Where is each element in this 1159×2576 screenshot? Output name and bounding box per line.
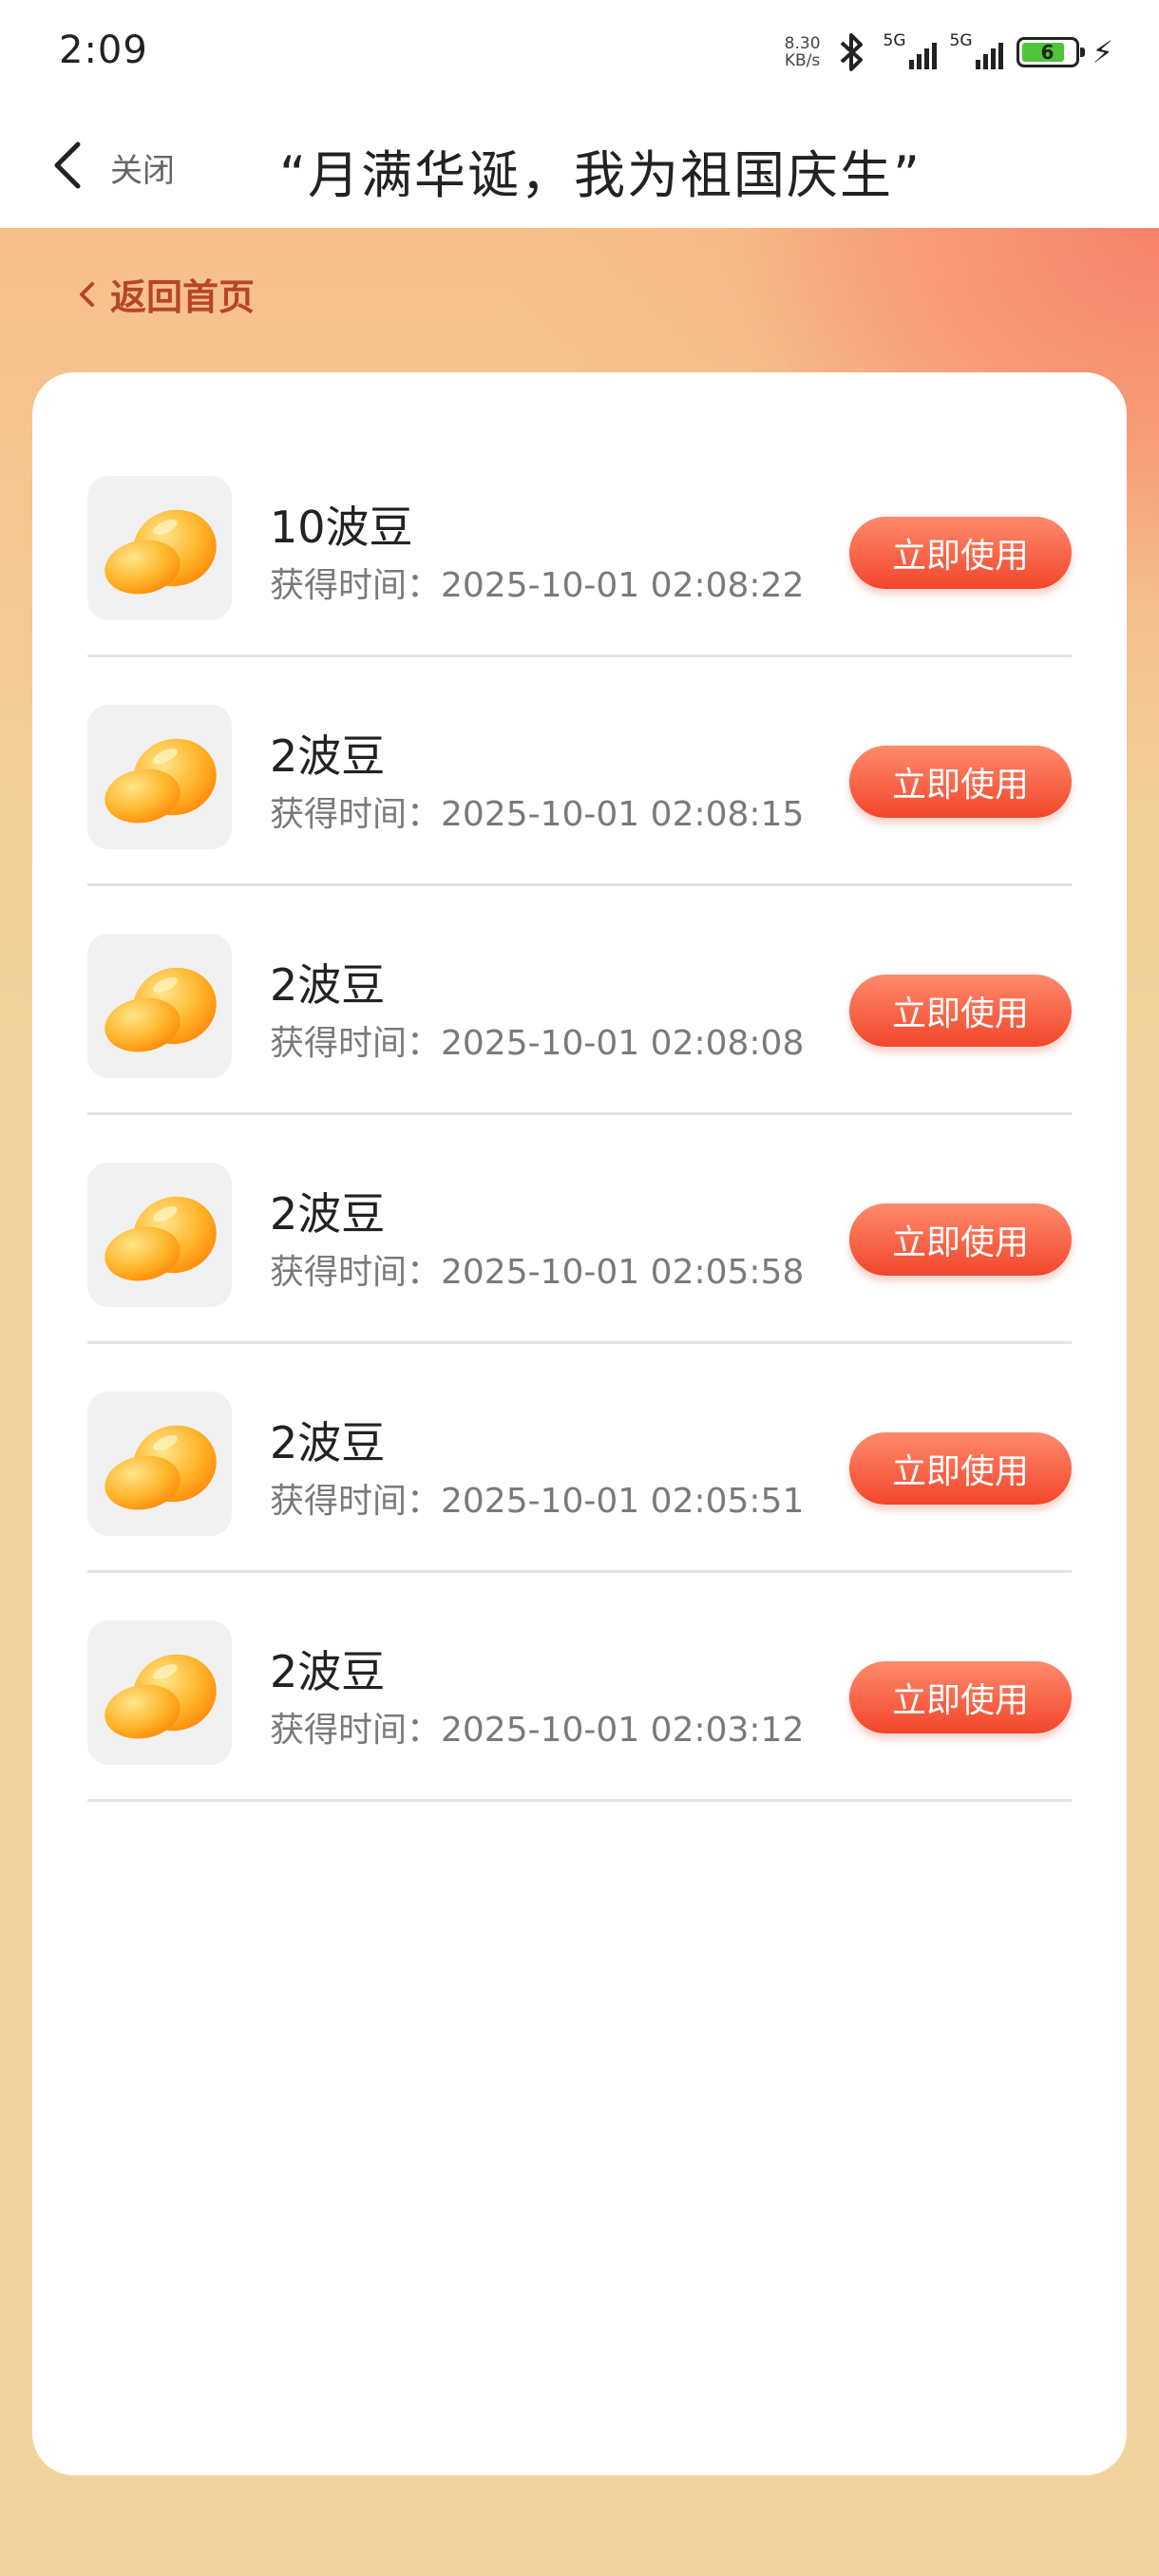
bean-icon (87, 1620, 232, 1765)
status-icons: 8.30 KB/s 5G 5G 6 ⚡ (785, 28, 1113, 76)
bean-icon (87, 1392, 232, 1536)
reward-title: 2波豆 (270, 1417, 386, 1468)
list-item: 2波豆 获得时间：2025-10-01 02:08:08 立即使用 (87, 886, 1072, 1115)
signal-sim1-icon: 5G (884, 31, 937, 71)
charging-icon: ⚡ (1092, 34, 1113, 70)
bluetooth-icon (840, 33, 863, 71)
reward-time: 获得时间：2025-10-01 02:08:08 (270, 1024, 805, 1063)
use-now-button[interactable]: 立即使用 (849, 746, 1072, 818)
network-speed: 8.30 KB/s (785, 35, 821, 69)
reward-title: 2波豆 (270, 1188, 386, 1240)
battery-level: 6 (1040, 41, 1054, 64)
network-speed-unit: KB/s (784, 51, 821, 70)
reward-title: 2波豆 (270, 730, 386, 782)
bean-icon (87, 705, 232, 849)
reward-title: 10波豆 (270, 502, 413, 553)
status-bar: 2:09 8.30 KB/s 5G 5G 6 ⚡ (0, 0, 1159, 104)
use-now-button[interactable]: 立即使用 (849, 1661, 1072, 1733)
list-item: 2波豆 获得时间：2025-10-01 02:05:58 立即使用 (87, 1115, 1072, 1344)
signal-sim2-icon: 5G (950, 31, 1003, 71)
reward-time: 获得时间：2025-10-01 02:05:58 (270, 1253, 805, 1292)
reward-time: 获得时间：2025-10-01 02:08:15 (270, 795, 805, 834)
home-link[interactable]: 返回首页 (76, 268, 255, 320)
list-item: 2波豆 获得时间：2025-10-01 02:05:51 立即使用 (87, 1344, 1072, 1573)
reward-time: 获得时间：2025-10-01 02:05:51 (270, 1482, 805, 1521)
network-speed-value: 8.30 (784, 34, 821, 53)
bean-icon (87, 476, 232, 620)
reward-title: 2波豆 (270, 1646, 386, 1697)
reward-time: 获得时间：2025-10-01 02:03:12 (270, 1711, 805, 1750)
back-icon[interactable] (49, 139, 87, 192)
chevron-left-icon (80, 281, 94, 307)
list-item: 2波豆 获得时间：2025-10-01 02:03:12 立即使用 (87, 1573, 1072, 1802)
use-now-button[interactable]: 立即使用 (849, 1203, 1072, 1276)
page-title: “月满华诞，我为祖国庆生” (279, 145, 922, 205)
list-item: 2波豆 获得时间：2025-10-01 02:08:15 立即使用 (87, 657, 1072, 886)
rewards-card: 10波豆 获得时间：2025-10-01 02:08:22 立即使用 2波豆 获… (32, 372, 1127, 2475)
use-now-button[interactable]: 立即使用 (849, 517, 1072, 589)
home-link-label: 返回首页 (110, 276, 256, 318)
bean-icon (87, 1163, 232, 1307)
reward-title: 2波豆 (270, 959, 386, 1011)
close-button[interactable]: 关闭 (110, 144, 175, 191)
reward-time: 获得时间：2025-10-01 02:08:22 (270, 566, 805, 605)
use-now-button[interactable]: 立即使用 (849, 975, 1072, 1047)
list-item: 10波豆 获得时间：2025-10-01 02:08:22 立即使用 (87, 428, 1072, 657)
status-time: 2:09 (59, 28, 148, 72)
bean-icon (87, 934, 232, 1078)
use-now-button[interactable]: 立即使用 (849, 1432, 1072, 1505)
battery-icon: 6 (1016, 37, 1085, 67)
title-bar: 关闭 “月满华诞，我为祖国庆生” (0, 104, 1159, 228)
